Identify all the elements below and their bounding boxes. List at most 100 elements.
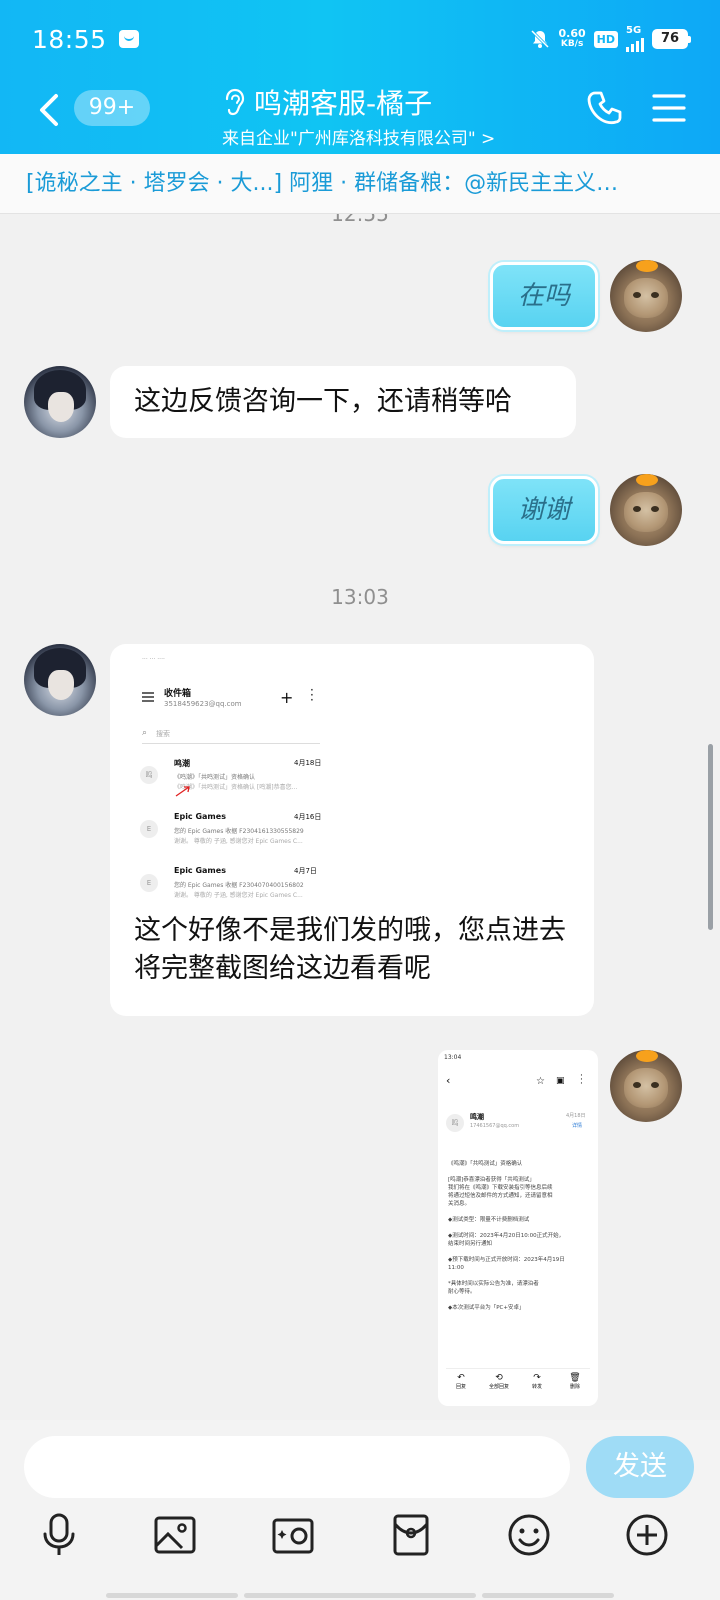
chat-scrollbar[interactable] [708,744,713,930]
composer-toolbar [0,1512,720,1572]
mail-sender-avatar: 鸣 [446,1114,464,1132]
notification-message-icon [118,30,139,48]
message-bubble-sent[interactable]: 在吗 [490,262,598,330]
my-avatar[interactable] [610,260,682,332]
mail-detail-link: 详情 [572,1123,583,1129]
mail-body-line: *具体时间以实际公告为准，请漂泊者 [448,1281,539,1287]
inbox-screenshot-image[interactable]: ··· ··· ···· 收件箱 3518459623@qq.com + · · ·… [134,654,334,898]
mail-body-line: 关消息。 [448,1201,471,1207]
mail-action: ⟲ 全部回复 [484,1369,514,1398]
inbox-item-date: 4月7日 [294,867,317,875]
my-avatar[interactable] [610,1050,682,1122]
emoji-icon[interactable] [506,1512,552,1558]
mail-body-line: ◆测试时间：2023年4月20日10:00正式开始， [448,1233,565,1239]
mail-body-line: 《鸣潮》「共鸣测试」资格确认 [448,1161,523,1167]
company-subtitle[interactable]: 来自企业"广州库洛科技有限公司" > [222,124,522,149]
mail-action: ↷ 转发 [522,1369,552,1398]
trash-icon: 🗑 [569,1373,581,1383]
send-button[interactable]: 发送 [586,1436,694,1498]
inbox-more-icon: · · · [310,683,314,707]
network-type: 5G [626,25,642,36]
signal-indicator: 5G [626,26,644,52]
inbox-item-preview: 谢谢。 尊敬的 子涵, 感谢您对 Epic Games C... [174,838,303,845]
mail-action: 🗑 删除 [560,1369,590,1398]
inbox-item-subject: 您的 Epic Games 收据 F2304161330555829 [174,828,304,835]
reply-icon: ↶ [457,1373,465,1383]
agent-avatar[interactable] [24,366,96,438]
reply-all-icon: ⟲ [495,1373,503,1383]
inbox-item: 鸣 鸣潮 4月18日 《鸣潮》「共鸣测试」资格确认 《鸣潮》「共鸣测试」资格确认… [134,754,334,802]
mail-shot-time: 13:04 [444,1054,462,1061]
phone-icon[interactable] [586,88,626,128]
hd-badge: HD [593,30,618,48]
search-icon: ⌕ [142,728,148,738]
mail-tag-icon: ▣ [556,1076,565,1086]
network-speed: 0.60 KB/s [559,28,586,50]
inbox-item-avatar: 鸣 [140,766,158,784]
mail-action: ↶ 回复 [446,1369,476,1398]
battery-icon: 76 [652,29,691,49]
microphone-icon[interactable] [36,1512,82,1558]
message-bubble-received-with-image[interactable]: ··· ··· ···· 收件箱 3518459623@qq.com + · · ·… [110,644,594,1016]
speed-unit: KB/s [560,39,584,49]
chat-title-area[interactable]: 鸣潮客服-橘子 来自企业"广州库洛科技有限公司" > [222,82,522,149]
red-arrow-annotation [175,786,190,797]
message-bubble-sent[interactable]: 谢谢 [490,476,598,544]
my-avatar[interactable] [610,474,682,546]
inbox-item-sender: Epic Games [174,812,226,821]
mail-sender: 鸣潮 [470,1113,484,1121]
timestamp: 13:03 [331,585,389,609]
gesture-bar [106,1593,238,1598]
inbox-status: ··· ··· ···· [142,656,165,663]
chat-title: 鸣潮客服-橘子 [254,87,433,120]
status-bar: 18:55 0.60 KB/s HD 5G 76 [32,22,691,56]
speed-value: 0.60 [558,27,586,40]
mail-body-line: ◆预下载时间与正式开放时间：2023年4月19日 [448,1257,565,1263]
chat-header: 99+ 鸣潮客服-橘子 来自企业"广州库洛科技有限公司" > [0,82,720,149]
mail-action-label: 全部回复 [488,1384,509,1390]
gesture-bar [244,1593,476,1598]
back-arrow-icon[interactable] [34,90,64,130]
inbox-search: ⌕ 搜索 [142,726,320,744]
group-announcement-bar[interactable]: [诡秘之主 · 塔罗会 · 大...] 阿狸 · 群储备粮：@新民主主义… [0,154,720,214]
composer-bar: 发送 [0,1420,720,1600]
mail-back-icon: ‹ [446,1074,451,1087]
camera-icon[interactable] [270,1512,316,1558]
inbox-item-avatar: E [140,874,158,892]
mail-body-line: 将通过短信及邮件的方式通知，还请留意相 [448,1193,553,1199]
inbox-search-placeholder: 搜索 [156,730,170,738]
inbox-item-preview: 《鸣潮》「共鸣测试」资格确认 [鸣潮]恭喜您... [174,784,298,791]
inbox-item: E Epic Games 4月16日 您的 Epic Games 收据 F230… [134,808,334,856]
message-bubble-received[interactable]: 这边反馈咨询一下，还请稍等哈 [110,366,576,438]
inbox-title: 收件箱 [164,689,192,699]
inbox-item-subject: 《鸣潮》「共鸣测试」资格确认 [174,774,256,781]
mail-screenshot-image[interactable]: 13:04 ‹ ☆ ▣ · · · 鸣 鸣潮 17461567@qq.com 4月1… [438,1050,598,1406]
mail-body-line: 11:00 [448,1265,464,1271]
mail-body-line: 耐心等待。 [448,1289,476,1295]
gesture-bar [482,1593,614,1598]
mail-body-line: ◆测试类型：限量不计费删档测试 [448,1217,530,1223]
inbox-item: E Epic Games 4月7日 您的 Epic Games 收据 F2304… [134,862,334,898]
message-text: 这个好像不是我们发的哦，您点进去将完整截图给这边看看呢 [134,915,566,984]
mail-star-icon: ☆ [536,1076,545,1087]
status-time: 18:55 [32,24,107,54]
message-input[interactable] [24,1436,570,1498]
mail-more-icon: · · · [580,1071,583,1089]
inbox-add-icon: + [280,688,294,707]
chat-area[interactable]: 12:55 在吗 这边反馈咨询一下，还请稍等哈 谢谢 13:03 ··· ···… [0,214,720,1450]
mute-icon [530,29,549,49]
plus-icon[interactable] [624,1512,670,1558]
inbox-item-sender: 鸣潮 [174,759,190,768]
forward-icon: ↷ [533,1373,541,1383]
agent-avatar[interactable] [24,644,96,716]
inbox-item-date: 4月18日 [294,759,322,767]
mail-body-line: [鸣潮]恭喜漂泊者获得「共鸣测试」 [448,1177,535,1183]
mail-action-label: 回复 [455,1384,466,1390]
inbox-item-avatar: E [140,820,158,838]
unread-count-badge[interactable]: 99+ [74,90,150,126]
mail-body-line: ◆本次测试平台为「PC+安卓」 [448,1305,525,1311]
menu-icon[interactable] [652,92,686,124]
red-packet-icon[interactable] [388,1512,434,1558]
mail-action-label: 转发 [531,1384,542,1390]
image-icon[interactable] [152,1512,198,1558]
